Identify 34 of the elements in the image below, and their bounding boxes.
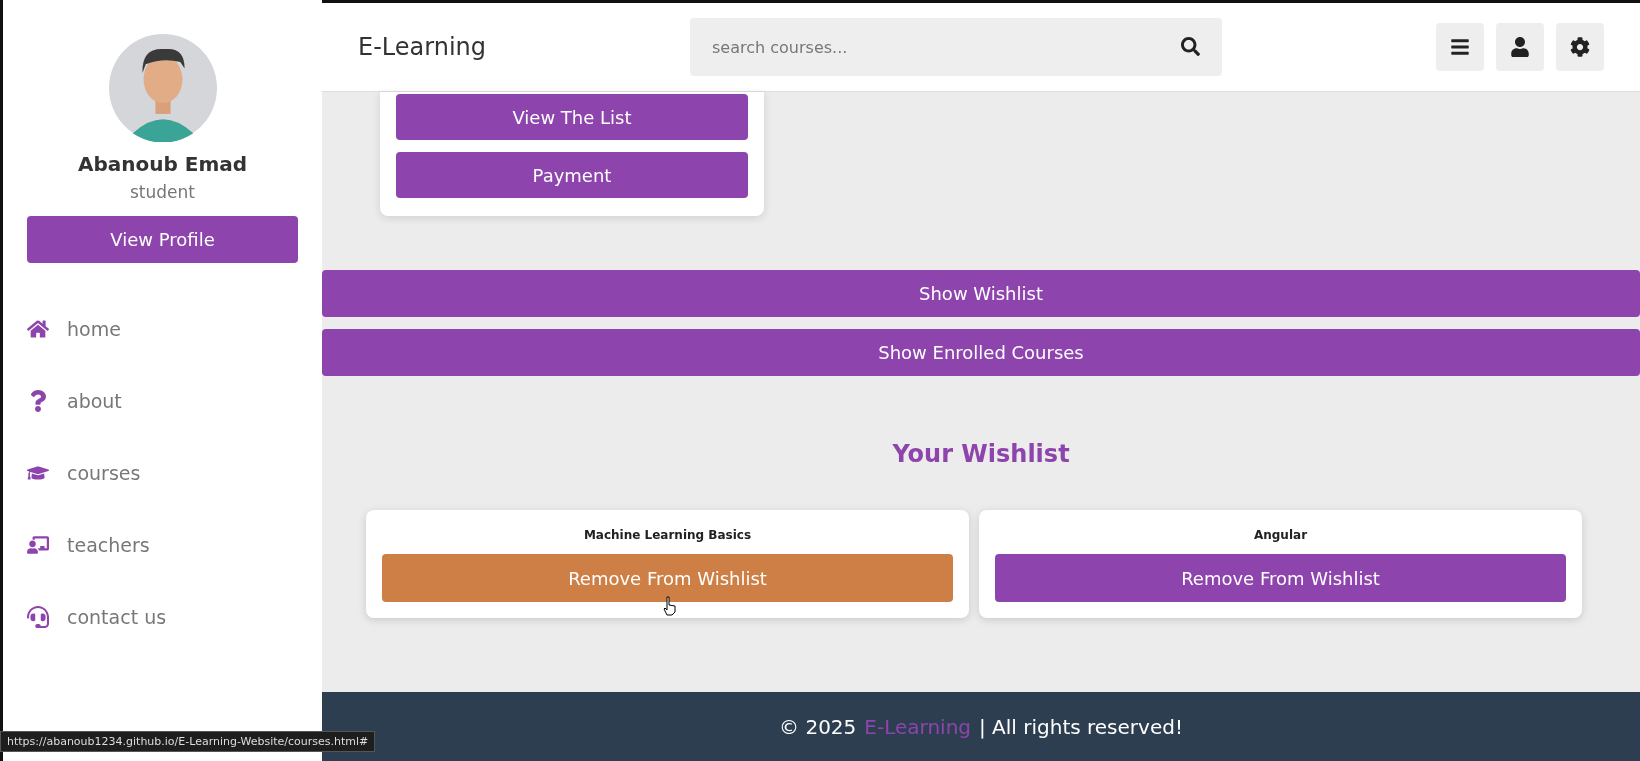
settings-button[interactable] bbox=[1556, 23, 1604, 71]
gear-icon bbox=[1570, 37, 1590, 57]
view-profile-button[interactable]: View Profile bbox=[27, 216, 298, 263]
search-field[interactable]: search courses... bbox=[690, 18, 1222, 76]
contact-icon bbox=[27, 606, 51, 628]
nav-link[interactable]: about bbox=[67, 390, 122, 412]
wishlist-title: Your Wishlist bbox=[891, 440, 1071, 468]
user-icon bbox=[1510, 37, 1530, 57]
wide-action-button[interactable]: Show Enrolled Courses bbox=[322, 329, 1640, 376]
course-title: Machine Learning Basics bbox=[583, 528, 752, 542]
course-title: Angular bbox=[1253, 528, 1308, 542]
menu-icon bbox=[1450, 37, 1470, 57]
site-title: E-Learning bbox=[358, 33, 487, 61]
nav-link[interactable]: home bbox=[67, 318, 121, 340]
search-icon bbox=[1181, 37, 1200, 56]
card-action-button[interactable]: Payment bbox=[396, 152, 748, 198]
user-role: student bbox=[130, 182, 195, 202]
nav-link[interactable]: teachers bbox=[67, 534, 150, 556]
nav-link[interactable]: contact us bbox=[67, 606, 167, 628]
rights-text: | All rights reserved! bbox=[979, 714, 1183, 739]
wide-action-button[interactable]: Show Wishlist bbox=[322, 270, 1640, 317]
user-name: Abanoub Emad bbox=[77, 152, 248, 176]
home-icon bbox=[27, 318, 51, 340]
avatar-icon bbox=[108, 34, 217, 142]
teachers-icon bbox=[27, 534, 51, 556]
card-action-button[interactable]: View The List bbox=[396, 94, 748, 140]
user-button[interactable] bbox=[1496, 23, 1544, 71]
remove-button[interactable]: Remove From Wishlist bbox=[995, 554, 1566, 602]
remove-button[interactable]: Remove From Wishlist bbox=[382, 554, 953, 602]
status-url: https://abanoub1234.github.io/E-Learning-Website/courses.html# bbox=[0, 731, 376, 752]
footer-brand: E-Learning bbox=[864, 714, 971, 739]
copyright-text: © 2025 bbox=[779, 714, 857, 739]
menu-button[interactable] bbox=[1436, 23, 1484, 71]
nav-link[interactable]: courses bbox=[67, 462, 141, 484]
